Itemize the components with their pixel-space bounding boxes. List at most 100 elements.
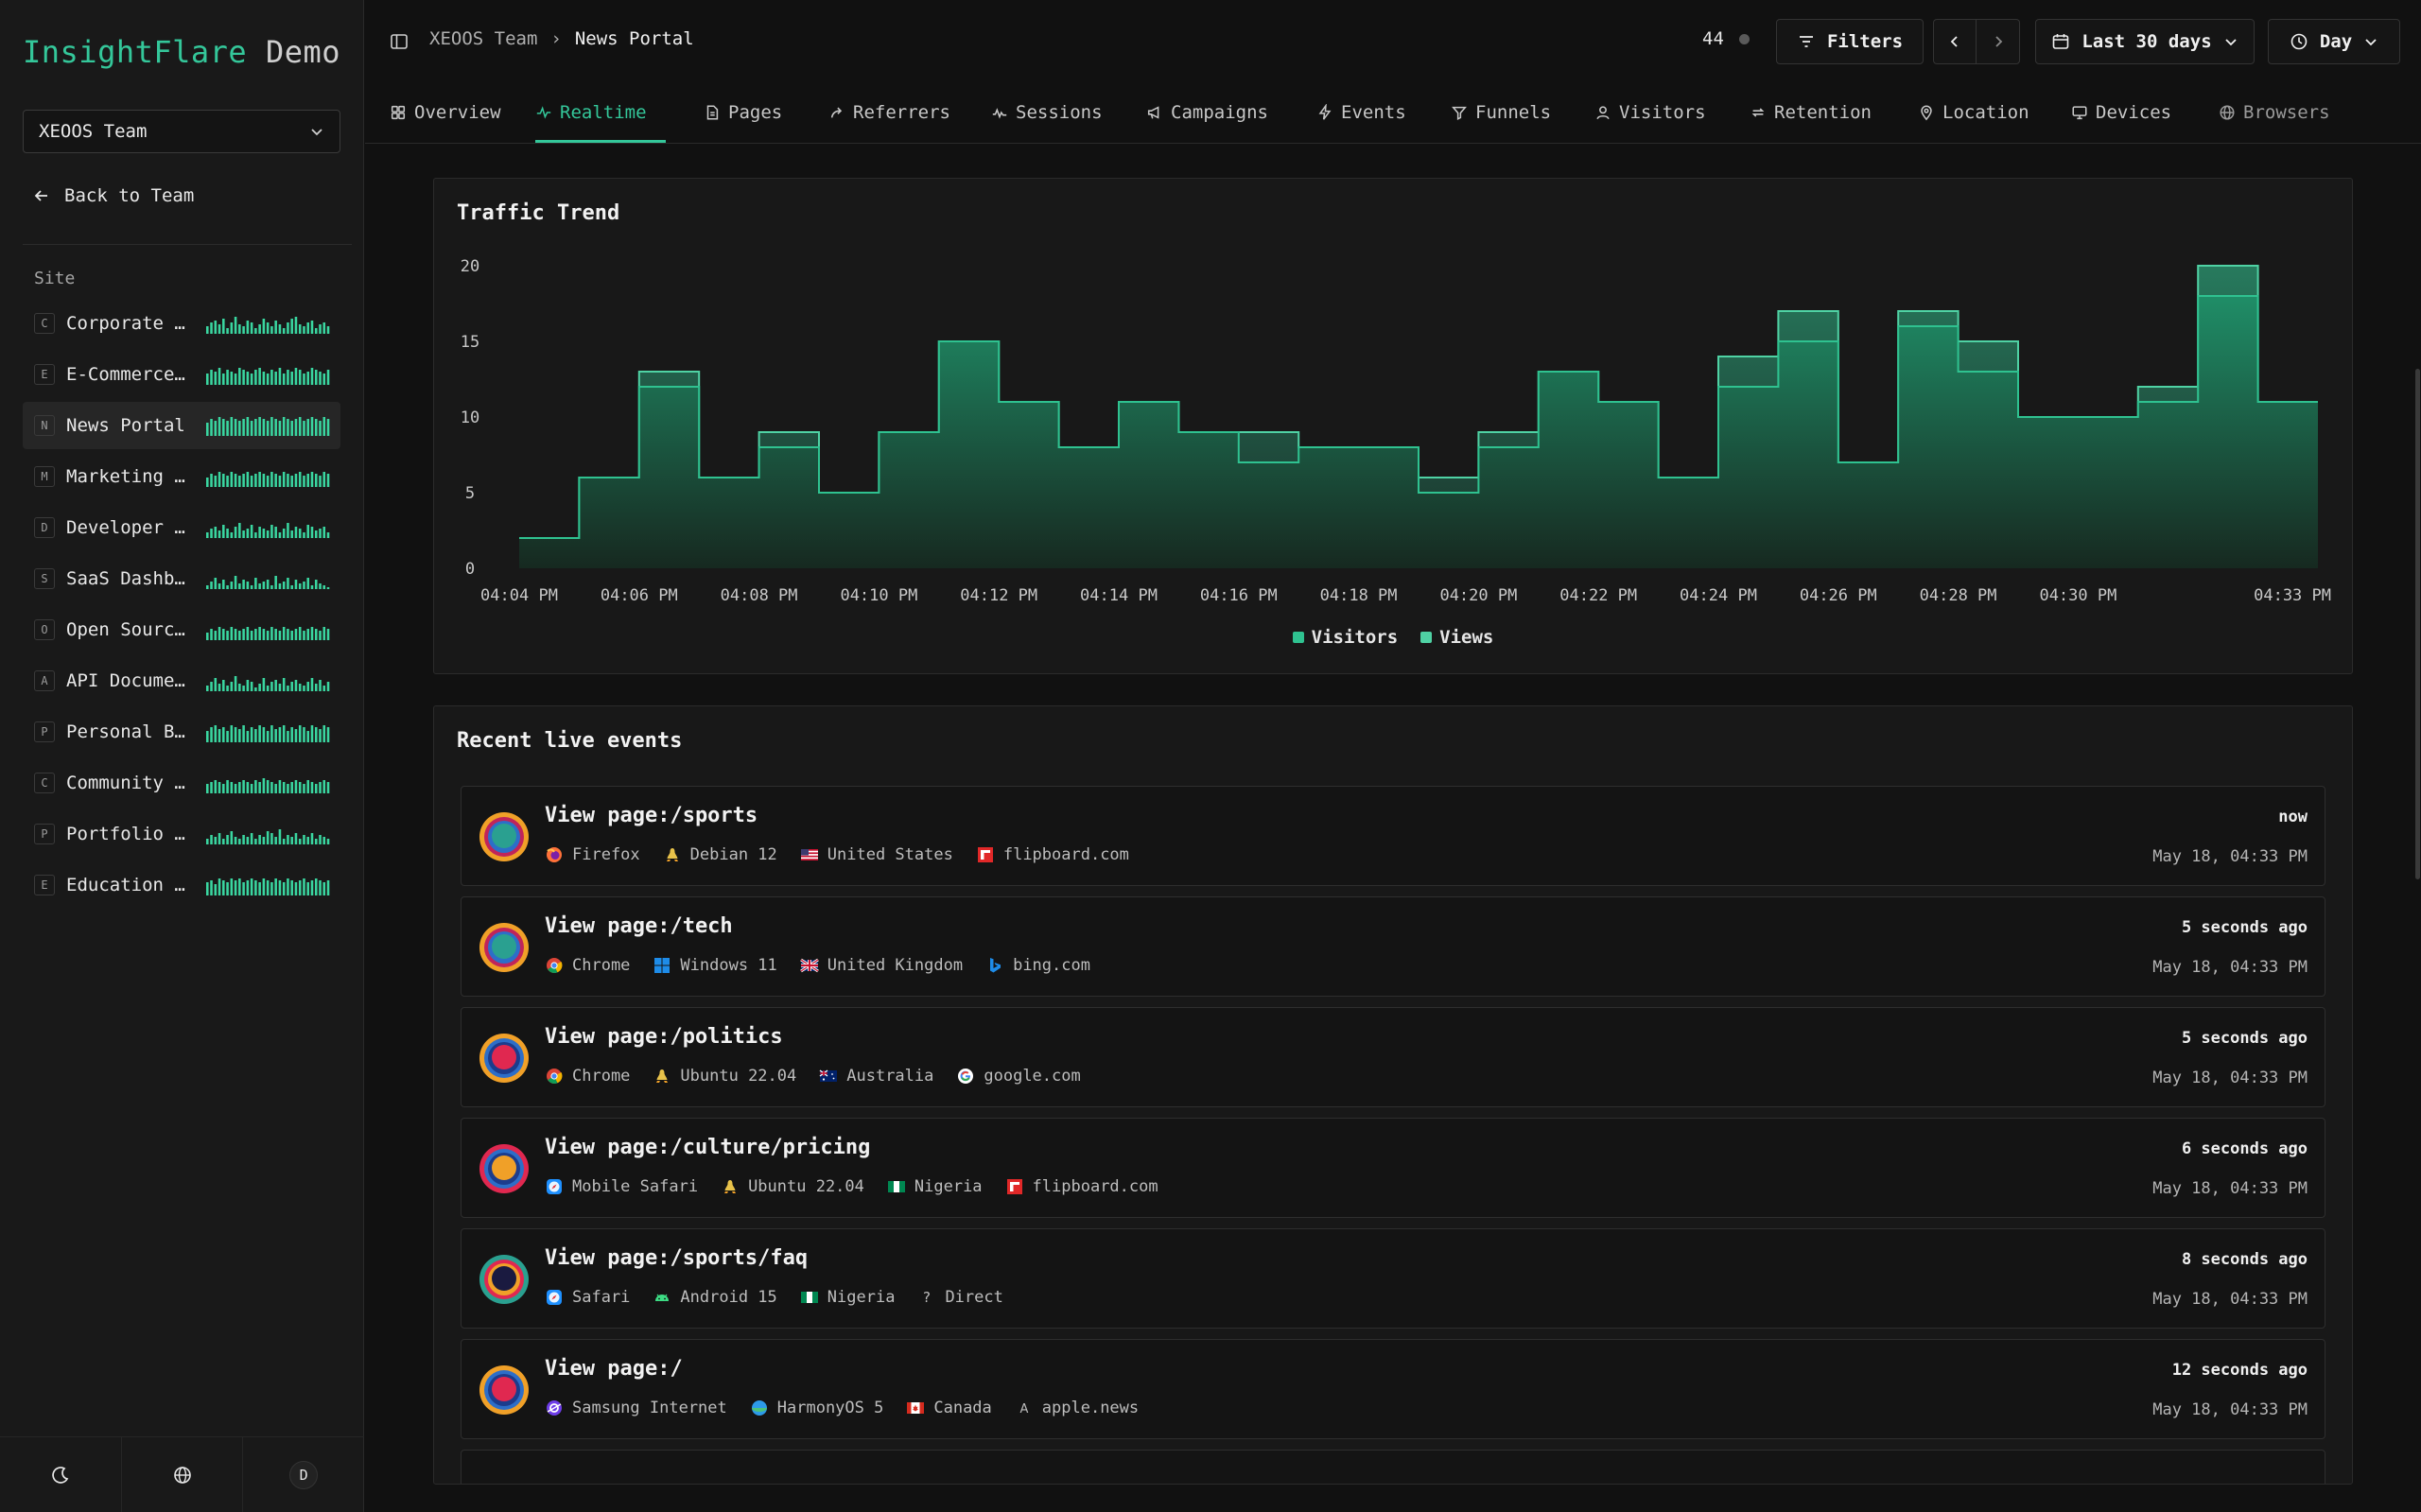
x-tick-label: 04:20 PM: [1439, 586, 1517, 605]
traffic-chart: 0 5 10 15 20 04:04 PM 04:06 PM 04:08 PM 04:10 PM…: [461, 257, 2331, 605]
sidebar-site-item[interactable]: O Open Source Project: [23, 606, 340, 653]
breadcrumb-team[interactable]: XEOOS Team: [429, 28, 537, 49]
tab-realtime[interactable]: Realtime: [535, 102, 647, 123]
live-event-row[interactable]: [461, 1450, 2325, 1484]
page-scrollbar[interactable]: [2415, 369, 2420, 879]
sparkline-bar: [287, 370, 289, 385]
sparkline-bar: [322, 725, 326, 742]
sparkline-bar: [234, 527, 237, 538]
filters-button[interactable]: Filters: [1776, 19, 1924, 64]
sparkline-bar: [282, 627, 286, 640]
site-name: Portfolio Site: [66, 824, 195, 844]
tab-campaigns[interactable]: Campaigns: [1146, 102, 1268, 123]
tab-label: Events: [1341, 102, 1406, 123]
breadcrumb-site: News Portal: [574, 28, 694, 49]
tab-location[interactable]: Location: [1918, 102, 2029, 123]
sidebar-site-item[interactable]: P Personal Blog: [23, 708, 340, 756]
legend-item-visitors[interactable]: Visitors: [1292, 627, 1399, 648]
sidebar-toggle-icon[interactable]: [390, 32, 409, 51]
sparkline-bar: [250, 585, 253, 589]
sparkline-bar: [210, 474, 213, 487]
tab-funnels[interactable]: Funnels: [1451, 102, 1551, 123]
sparkline-bar: [258, 725, 261, 742]
tab-sessions[interactable]: Sessions: [991, 102, 1103, 123]
event-timestamp: May 18, 04:33 PM: [2152, 1069, 2308, 1087]
chevron-right-icon: [1994, 36, 2002, 47]
legend-item-views[interactable]: Views: [1420, 627, 1493, 648]
date-range-select[interactable]: Last 30 days: [2035, 19, 2255, 64]
sidebar-site-item[interactable]: M Marketing Landing: [23, 453, 340, 500]
sparkline-bar: [238, 583, 241, 589]
sparkline-bar: [322, 417, 326, 436]
android-icon: [655, 1294, 670, 1301]
legend-label-visitors: Visitors: [1311, 627, 1399, 648]
sidebar-site-item[interactable]: C Corporate Website: [23, 300, 340, 347]
tab-devices[interactable]: Devices: [2071, 102, 2171, 123]
next-period-button[interactable]: [1977, 20, 2019, 63]
tab-events[interactable]: Events: [1316, 102, 1406, 123]
x-tick-label: 04:33 PM: [2254, 586, 2331, 605]
tab-retention[interactable]: Retention: [1750, 102, 1872, 123]
sparkline-bar: [326, 839, 330, 844]
top-bar: XEOOS Team › News Portal 44 Filters Last…: [365, 0, 2421, 85]
site-list: C Corporate Website E E-Commerce Store N News…: [23, 300, 340, 912]
tab-label: Visitors: [1619, 102, 1706, 123]
sparkline-bar: [242, 882, 245, 895]
safari-icon: [547, 1179, 562, 1194]
prev-period-button[interactable]: [1934, 20, 1977, 63]
sidebar-site-item[interactable]: E E-Commerce Store: [23, 351, 340, 398]
site-initial: A: [34, 670, 55, 691]
live-event-row[interactable]: View page:/politics Chrome Ubuntu 22.04 Aus…: [461, 1007, 2325, 1107]
sparkline-bar: [282, 472, 286, 487]
sparkline-bar: [230, 878, 234, 895]
sidebar-site-item[interactable]: S SaaS Dashboard: [23, 555, 340, 602]
sparkline-bar: [298, 880, 302, 895]
sidebar-site-item[interactable]: P Portfolio Site: [23, 810, 340, 858]
sidebar-site-item[interactable]: C Community Forum: [23, 759, 340, 807]
sparkline-bar: [326, 782, 330, 793]
tab-browsers[interactable]: Browsers: [2219, 102, 2330, 123]
event-meta: Firefox Debian 12 United States flipboard.c…: [545, 845, 1152, 864]
sparkline-bar: [322, 837, 326, 844]
live-event-row[interactable]: View page:/sports Firefox Debian 12 United …: [461, 786, 2325, 886]
sparkline-bar: [254, 839, 257, 844]
language-button[interactable]: [122, 1437, 244, 1512]
sidebar-site-item[interactable]: D Developer Docs: [23, 504, 340, 551]
sparkline-bar: [226, 731, 229, 742]
site-name: E-Commerce Store: [66, 364, 195, 385]
theme-toggle-button[interactable]: [0, 1437, 122, 1512]
live-event-row[interactable]: View page:/sports/faq Safari Android 15 Nig…: [461, 1228, 2325, 1329]
event-timestamp: May 18, 04:33 PM: [2152, 847, 2308, 866]
sparkline-bar: [303, 476, 305, 487]
sparkline-bar: [254, 880, 257, 895]
tab-visitors[interactable]: Visitors: [1594, 102, 1706, 123]
tab-referrers[interactable]: Referrers: [828, 102, 950, 123]
sparkline-bar: [278, 583, 282, 589]
sparkline-bar: [222, 419, 225, 436]
live-event-row[interactable]: View page:/ Samsung Internet HarmonyOS 5 Ca…: [461, 1339, 2325, 1439]
sparkline-bar: [298, 370, 302, 385]
live-event-row[interactable]: View page:/tech Chrome Windows 11 United Ki…: [461, 896, 2325, 997]
brand-logo[interactable]: InsightFlare Demo: [23, 34, 340, 70]
sidebar-site-item[interactable]: E Education Platform: [23, 861, 340, 909]
sparkline-bar: [319, 729, 322, 742]
y-tick-label: 15: [461, 333, 479, 352]
event-relative-time: 5 seconds ago: [2181, 918, 2308, 937]
site-initial: P: [34, 824, 55, 844]
user-menu-button[interactable]: D: [243, 1437, 364, 1512]
team-select[interactable]: XEOOS Team: [23, 110, 340, 153]
sparkline-bar: [290, 782, 293, 793]
sidebar-site-item[interactable]: A API Documentation: [23, 657, 340, 704]
sparkline-bar: [258, 368, 261, 385]
interval-select[interactable]: Day: [2268, 19, 2400, 64]
legend-swatch-visitors: [1292, 632, 1304, 643]
live-event-row[interactable]: View page:/culture/pricing Mobile Safari U…: [461, 1118, 2325, 1218]
tab-overview[interactable]: Overview: [390, 102, 501, 123]
back-to-team-link[interactable]: Back to Team: [32, 185, 194, 206]
tab-pages[interactable]: Pages: [704, 102, 782, 123]
svg-text:A: A: [1019, 1402, 1028, 1416]
sparkline-bar: [210, 682, 213, 691]
sparkline-bar: [206, 784, 209, 793]
sidebar-site-item[interactable]: N News Portal: [23, 402, 340, 449]
sparkline-bar: [258, 882, 261, 895]
